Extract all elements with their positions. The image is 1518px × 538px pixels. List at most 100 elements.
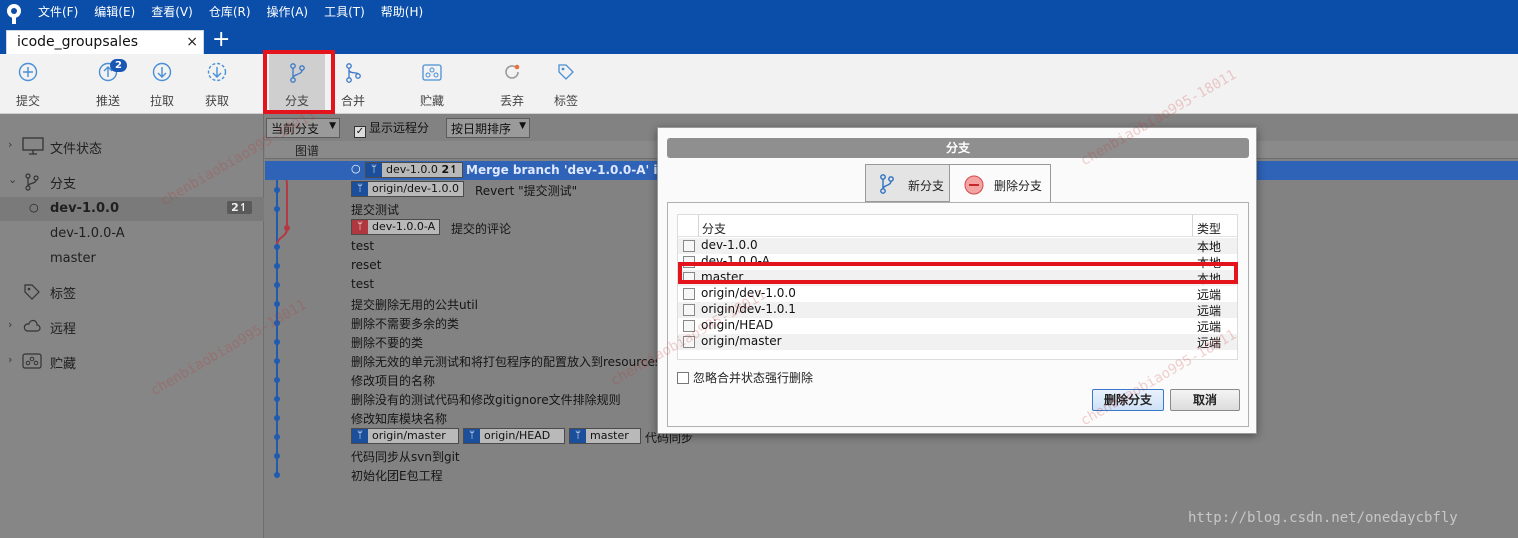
sidebar-stashes-label: 贮藏: [50, 357, 77, 372]
sidebar-stashes[interactable]: › 贮藏: [0, 349, 264, 373]
head-marker-icon: ○: [351, 162, 361, 175]
sidebar-branch-master[interactable]: master: [0, 247, 264, 271]
table-row[interactable]: origin/master 远端: [678, 334, 1237, 350]
sidebar-file-status[interactable]: › 文件状态: [0, 134, 264, 158]
branch-filter-value: 当前分支: [271, 122, 320, 136]
menu-repository[interactable]: 仓库(R): [201, 1, 259, 21]
row-checkbox[interactable]: [683, 336, 695, 348]
close-icon[interactable]: ×: [186, 34, 198, 50]
add-tab-button[interactable]: +: [212, 28, 230, 52]
commit-message: Merge branch 'dev-1.0.0-A' into: [466, 163, 681, 177]
menu-actions[interactable]: 操作(A): [259, 1, 317, 21]
push-label: 推送: [95, 94, 120, 108]
discard-icon: [505, 64, 520, 79]
branch-icon: ᛘ: [464, 429, 480, 443]
commit-message: 提交删除无用的公共util: [351, 298, 478, 312]
menu-tools[interactable]: 工具(T): [316, 1, 373, 21]
remote-ref-label[interactable]: ᛘ origin/dev-1.0.0: [351, 181, 464, 197]
sourcetree-logo-icon: [7, 4, 21, 24]
commit-button[interactable]: 提交: [0, 54, 56, 114]
commit-label: 提交: [15, 94, 40, 108]
table-row[interactable]: origin/dev-1.0.0 远端: [678, 286, 1237, 302]
row-checkbox[interactable]: [683, 320, 695, 332]
plus-circle-icon: [18, 62, 38, 82]
branch-icon: ᛘ: [366, 163, 382, 177]
sidebar-remotes[interactable]: › 远程: [0, 314, 264, 338]
repo-tab[interactable]: icode_groupsales ×: [6, 30, 204, 54]
row-checkbox[interactable]: [683, 304, 695, 316]
toolbar: 提交 2 推送 拉取 获取 分支 合并 贮藏 丢弃 标签: [0, 54, 1518, 114]
discard-label: 丢弃: [499, 94, 524, 108]
tab-delete-branch-label: 删除分支: [994, 179, 1043, 193]
tag-icon: [24, 284, 40, 300]
row-checkbox[interactable]: [683, 240, 695, 252]
sidebar-branches[interactable]: ⌄ 分支: [0, 169, 264, 193]
monitor-icon: [22, 137, 44, 155]
commit-row[interactable]: 代码同步从svn到git: [265, 446, 1518, 465]
commit-message: 删除不要的类: [351, 336, 424, 350]
menu-file[interactable]: 文件(F): [30, 1, 86, 21]
sidebar-branch-dev-1.0.0[interactable]: ○ dev-1.0.0 2↿: [0, 197, 264, 221]
menu-bar: 文件(F) 编辑(E) 查看(V) 仓库(R) 操作(A) 工具(T) 帮助(H…: [30, 1, 431, 21]
force-delete-checkbox[interactable]: 忽略合并状态强行删除: [677, 369, 813, 386]
branch-ref-label[interactable]: ᛘ master: [569, 428, 641, 444]
menu-edit[interactable]: 编辑(E): [86, 1, 143, 21]
branch-icon: ᛘ: [570, 429, 586, 443]
tag-icon: [558, 64, 574, 80]
table-header: 分支 类型: [678, 215, 1237, 237]
sidebar-file-status-label: 文件状态: [50, 142, 103, 157]
repo-tab-label: icode_groupsales: [17, 34, 138, 50]
push-button[interactable]: 2 推送: [80, 54, 136, 114]
commit-message: 删除没有的测试代码和修改gitignore文件排除规则: [351, 393, 621, 407]
pull-button[interactable]: 拉取: [134, 54, 190, 114]
commit-row[interactable]: 初始化团E包工程: [265, 465, 1518, 484]
table-row[interactable]: origin/dev-1.0.1 远端: [678, 302, 1237, 318]
fetch-icon: [207, 62, 227, 82]
sidebar-remotes-label: 远程: [50, 322, 77, 337]
tab-delete-branch[interactable]: 删除分支: [949, 164, 1051, 204]
fetch-label: 获取: [204, 94, 229, 108]
caret-down-icon: ▼: [329, 121, 336, 131]
remote-ref-label[interactable]: ᛘ origin/master: [351, 428, 459, 444]
sidebar-branch-dev-1.0.0-A[interactable]: dev-1.0.0-A: [0, 222, 264, 246]
branch-name: dev-1.0.0-A: [50, 226, 125, 241]
chevron-right-icon: ›: [8, 353, 13, 366]
sort-dropdown[interactable]: 按日期排序 ▼: [446, 118, 530, 138]
fetch-button[interactable]: 获取: [189, 54, 245, 114]
branch-name: dev-1.0.0: [50, 201, 120, 216]
stash-button[interactable]: 贮藏: [404, 54, 460, 114]
tag-button[interactable]: 标签: [538, 54, 594, 114]
show-remote-checkbox[interactable]: ✓显示远程分支: [350, 118, 438, 154]
site-watermark: http://blog.csdn.net/onedaycbfly: [1188, 510, 1458, 526]
tab-new-branch-label: 新分支: [908, 179, 945, 193]
minus-circle-icon: [964, 175, 984, 195]
branch-type: 远端: [1197, 336, 1222, 350]
menu-help[interactable]: 帮助(H): [373, 1, 431, 21]
delete-branch-button[interactable]: 删除分支: [1092, 389, 1164, 411]
discard-button[interactable]: 丢弃: [484, 54, 540, 114]
branch-name: dev-1.0.0: [701, 238, 758, 252]
menu-view[interactable]: 查看(V): [143, 1, 201, 21]
branch-table: 分支 类型 dev-1.0.0 本地 dev-1.0.0-A 本地 master 本地…: [677, 214, 1238, 360]
commit-message: 删除无效的单元测试和将打包程序的配置放入到resources: [351, 355, 662, 369]
remote-ref-label[interactable]: ᛘ origin/HEAD: [463, 428, 565, 444]
branch-ref-label[interactable]: ᛘ dev-1.0.0-A: [351, 219, 441, 235]
tab-new-branch[interactable]: 新分支: [865, 164, 953, 202]
stash-label: 贮藏: [419, 94, 444, 108]
merge-icon: [346, 63, 361, 83]
table-row[interactable]: origin/HEAD 远端: [678, 318, 1237, 334]
pull-arrow-icon: [152, 62, 172, 82]
branch-ref-label[interactable]: ᛘ dev-1.0.0 2↿: [365, 162, 464, 178]
commit-message: 修改项目的名称: [351, 374, 436, 388]
commit-message: 初始化团E包工程: [351, 469, 443, 483]
table-row[interactable]: dev-1.0.0 本地: [678, 238, 1237, 254]
current-branch-marker-icon: ○: [29, 201, 39, 214]
branch-icon: ᛘ: [352, 182, 368, 196]
sidebar-tags[interactable]: 标签: [0, 279, 264, 303]
row-checkbox[interactable]: [683, 288, 695, 300]
branch-filter-dropdown[interactable]: 当前分支 ▼: [266, 118, 340, 138]
branch-type: 远端: [1197, 320, 1222, 334]
cancel-button[interactable]: 取消: [1170, 389, 1240, 411]
sidebar-tags-label: 标签: [50, 287, 77, 302]
chevron-right-icon: ›: [8, 318, 13, 331]
